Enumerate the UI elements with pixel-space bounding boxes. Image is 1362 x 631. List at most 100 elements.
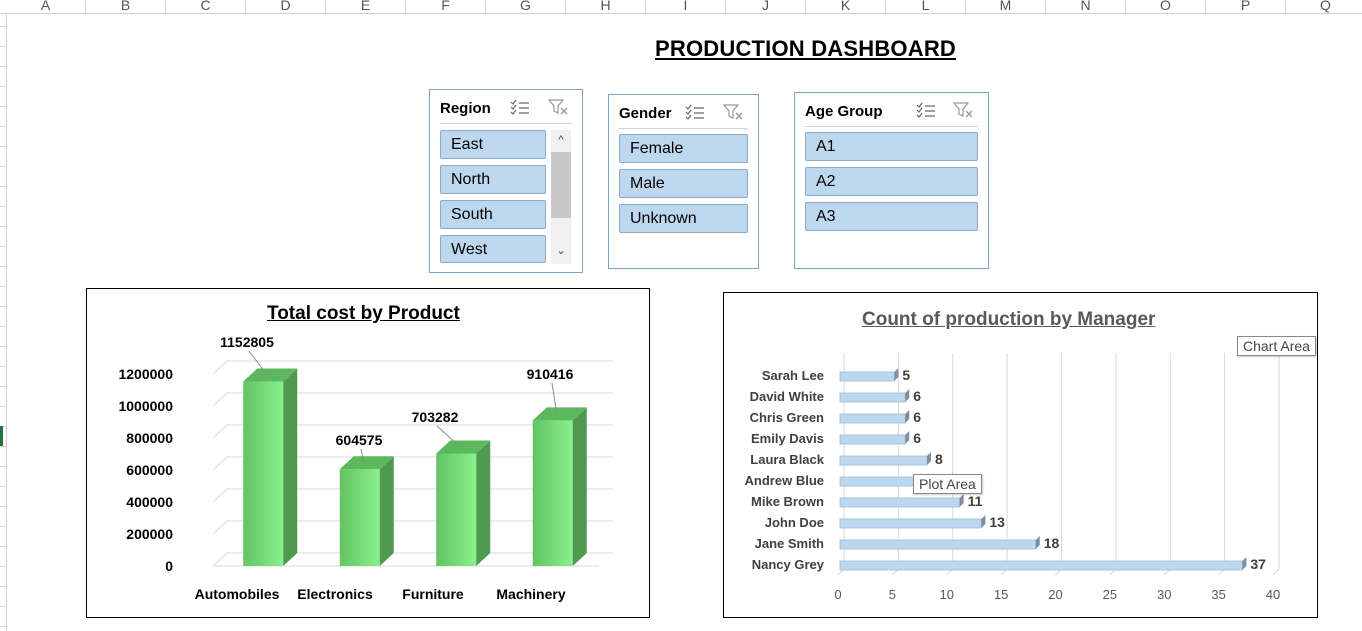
- row-divider: [0, 526, 6, 527]
- row-divider: [0, 586, 6, 587]
- column-header-l[interactable]: L: [886, 0, 966, 13]
- row-divider: [0, 166, 6, 167]
- x-tick-label: 5: [889, 587, 896, 602]
- y-tick-label: Emily Davis: [751, 431, 824, 446]
- row-divider: [0, 266, 6, 267]
- region-slicer[interactable]: Region East North South West ^ ⌄: [429, 89, 583, 273]
- y-tick-label: John Doe: [765, 515, 824, 530]
- bar-end: [1035, 536, 1040, 549]
- age-group-slicer[interactable]: Age Group A1 A2 A3: [794, 92, 989, 269]
- slicer-scrollbar[interactable]: ^ ⌄: [551, 130, 571, 264]
- x-tick-label: Furniture: [402, 586, 464, 602]
- slicer-item-a1[interactable]: A1: [805, 132, 978, 161]
- x-tick-label: Machinery: [496, 586, 565, 602]
- column-header-d[interactable]: D: [246, 0, 326, 13]
- row-divider: [0, 186, 6, 187]
- y-tick-label: 1200000: [118, 366, 173, 382]
- multi-select-icon[interactable]: [509, 98, 531, 116]
- row-divider: [0, 26, 6, 27]
- data-label: 8: [935, 451, 943, 467]
- bar-side: [572, 407, 587, 566]
- total-cost-plot[interactable]: 0 200000 400000 600000 800000 1000000 1200000 1…: [87, 289, 649, 617]
- clear-filter-icon[interactable]: [953, 101, 975, 119]
- scroll-thumb[interactable]: [551, 152, 571, 218]
- scroll-down-icon[interactable]: ⌄: [551, 242, 571, 260]
- slicer-item-west[interactable]: West: [440, 235, 546, 263]
- column-header-n[interactable]: N: [1046, 0, 1126, 13]
- slicer-title: Age Group: [805, 103, 883, 120]
- bar-end: [927, 452, 931, 465]
- column-header-i[interactable]: I: [646, 0, 726, 13]
- data-label: 6: [913, 409, 921, 425]
- column-header-a[interactable]: A: [6, 0, 86, 13]
- slicer-item-male[interactable]: Male: [619, 169, 748, 198]
- column-header-k[interactable]: K: [806, 0, 886, 13]
- data-label: 604575: [336, 432, 383, 448]
- bar: [839, 560, 1243, 571]
- scroll-up-icon[interactable]: ^: [551, 131, 571, 149]
- gender-slicer[interactable]: Gender Female Male Unknown: [608, 94, 759, 269]
- column-header-c[interactable]: C: [166, 0, 246, 13]
- y-tick-label: Jane Smith: [755, 536, 824, 551]
- row-divider: [0, 126, 6, 127]
- multi-select-icon[interactable]: [915, 101, 937, 119]
- column-header-bar: ABCDEFGHIJKLMNOPQ: [0, 0, 1362, 14]
- y-tick-label: 600000: [126, 462, 173, 478]
- slicer-divider: [440, 123, 572, 124]
- column-header-h[interactable]: H: [566, 0, 646, 13]
- x-tick-label: 20: [1048, 587, 1062, 602]
- chart-area-tooltip: Chart Area: [1237, 336, 1316, 356]
- row-divider: [0, 606, 6, 607]
- y-tick-label: 200000: [126, 526, 173, 542]
- slicer-item-unknown[interactable]: Unknown: [619, 204, 748, 233]
- row-divider: [0, 246, 6, 247]
- x-tick-label: 15: [994, 587, 1008, 602]
- bar: [839, 518, 982, 529]
- column-header-o[interactable]: O: [1126, 0, 1206, 13]
- x-tick-label: 10: [940, 587, 954, 602]
- column-header-b[interactable]: B: [86, 0, 166, 13]
- y-tick-label: David White: [750, 389, 824, 404]
- data-label: 11: [968, 493, 983, 509]
- slicer-item-a3[interactable]: A3: [805, 202, 978, 231]
- dashboard-title: PRODUCTION DASHBOARD: [655, 36, 956, 61]
- bar-end: [905, 389, 910, 402]
- column-header-m[interactable]: M: [966, 0, 1046, 13]
- row-divider: [0, 86, 6, 87]
- bar-end: [905, 410, 910, 423]
- x-tick-label: 35: [1211, 587, 1225, 602]
- column-header-p[interactable]: P: [1206, 0, 1286, 13]
- multi-select-icon[interactable]: [684, 103, 706, 121]
- row-divider: [0, 286, 6, 287]
- slicer-item-east[interactable]: East: [440, 130, 546, 159]
- manager-count-chart[interactable]: Count of production by Manager 0 5 10 15 20 2…: [723, 292, 1318, 618]
- manager-count-plot[interactable]: 0 5 10 15 20 25 30 35 40 Sarah Lee 5 David White 6 Ch…: [724, 293, 1317, 617]
- slicer-item-north[interactable]: North: [440, 165, 546, 194]
- slicer-title: Gender: [619, 105, 672, 122]
- y-tick-label: Mike Brown: [751, 494, 824, 509]
- column-header-j[interactable]: J: [726, 0, 806, 13]
- y-tick-label: Chris Green: [750, 410, 824, 425]
- total-cost-chart[interactable]: Total cost by Product 0 200000 400000 60000…: [86, 288, 650, 618]
- slicer-item-south[interactable]: South: [440, 200, 546, 229]
- clear-filter-icon[interactable]: [723, 103, 745, 121]
- slicer-item-female[interactable]: Female: [619, 134, 748, 163]
- data-label: 703282: [412, 409, 459, 425]
- data-label: 37: [1250, 556, 1266, 572]
- row-divider: [0, 626, 6, 627]
- column-header-g[interactable]: G: [486, 0, 566, 13]
- column-header-e[interactable]: E: [326, 0, 406, 13]
- slicer-item-a2[interactable]: A2: [805, 167, 978, 196]
- bar-front: [243, 381, 284, 566]
- row-header-gutter: [0, 14, 7, 631]
- column-header-q[interactable]: Q: [1286, 0, 1362, 13]
- y-tick-label: Laura Black: [750, 452, 824, 467]
- slicer-divider: [619, 128, 748, 129]
- data-label: 18: [1044, 535, 1060, 551]
- y-tick-label: Andrew Blue: [745, 473, 824, 488]
- gridline-depth: [212, 424, 228, 439]
- column-header-f[interactable]: F: [406, 0, 486, 13]
- clear-filter-icon[interactable]: [548, 98, 570, 116]
- gridline-depth: [212, 456, 228, 471]
- bar-end: [905, 431, 910, 444]
